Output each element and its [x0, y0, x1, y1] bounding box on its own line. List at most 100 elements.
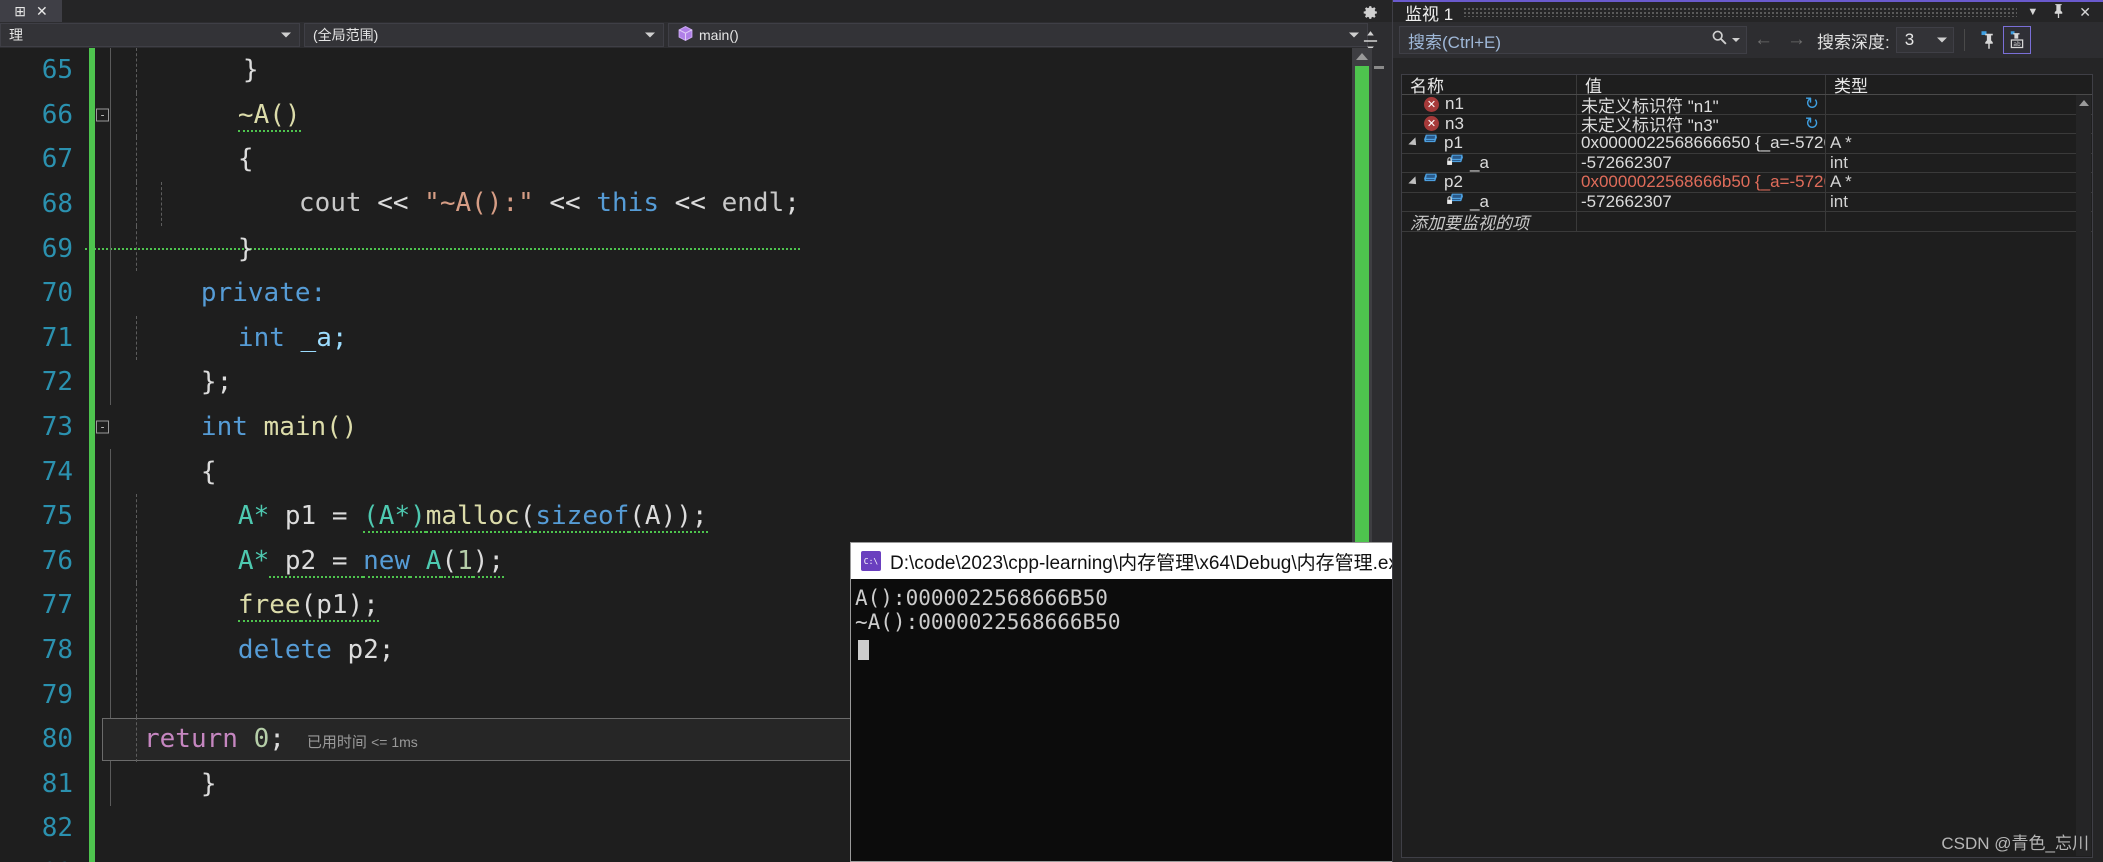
refresh-icon[interactable]: ↻	[1805, 95, 1819, 114]
watch-value-cell[interactable]: 0x0000022568666b50 {_a=-572662307 }	[1577, 173, 1826, 192]
code-token: "~A():"	[424, 188, 534, 219]
tab-controls[interactable]: ⊞ ✕	[0, 0, 62, 22]
line-number: 70	[41, 278, 73, 309]
line-number: 65	[41, 55, 73, 86]
private-member-icon	[1446, 154, 1465, 173]
line-number: 75	[41, 501, 73, 532]
private-member-icon	[1446, 193, 1465, 212]
add-watch-value-cell[interactable]	[1577, 212, 1826, 231]
column-header-value[interactable]: 值	[1577, 75, 1826, 94]
watch-name-cell[interactable]: ✕ n3	[1402, 114, 1577, 133]
expand-toggle-icon[interactable]	[1406, 176, 1422, 188]
project-dropdown[interactable]: 理	[0, 23, 300, 47]
close-icon[interactable]: ✕	[2079, 4, 2091, 21]
code-token: 0	[253, 724, 270, 755]
chevron-down-icon[interactable]	[1936, 37, 1947, 43]
close-icon[interactable]: ✕	[36, 4, 48, 18]
line-number: 78	[41, 635, 73, 666]
scope-dropdown[interactable]: (全局范围)	[304, 23, 664, 47]
code-token: _a;	[284, 322, 348, 353]
line-number: 76	[41, 545, 73, 576]
table-row[interactable]: _a -572662307 int	[1402, 192, 2092, 212]
watch-table[interactable]: 名称 值 类型 ✕ n1 未定义标识符 "n1" ↻ ✕ n3 未定义标识符 "…	[1401, 74, 2093, 858]
line-number: 80	[41, 724, 73, 755]
code-token: );	[472, 545, 505, 578]
watch-name: _a	[1470, 192, 1489, 211]
watch-value-cell[interactable]: 未定义标识符 "n1" ↻	[1577, 95, 1826, 114]
watch-value-cell[interactable]: 0x0000022568666650 {_a=-572662307 }	[1577, 134, 1826, 153]
scroll-up-arrow-icon[interactable]	[1352, 48, 1372, 65]
code-token: int	[237, 322, 285, 353]
watch-value: 0x0000022568666b50 {_a=-572662307 }	[1581, 173, 1825, 192]
add-watch-placeholder: 添加要监视的项	[1410, 213, 1529, 231]
watch-name-cell[interactable]: p1	[1402, 134, 1577, 153]
search-previous-button[interactable]: ←	[1754, 29, 1773, 51]
table-row[interactable]: _a -572662307 int	[1402, 153, 2092, 173]
column-header-type[interactable]: 类型	[1826, 75, 2092, 94]
line-number: 69	[41, 233, 73, 264]
column-header-name[interactable]: 名称	[1402, 75, 1577, 94]
object-icon	[1422, 134, 1439, 153]
add-watch-row[interactable]: 添加要监视的项	[1402, 212, 2092, 232]
project-dropdown-label: 理	[9, 27, 23, 43]
watch-panel-header: 监视 1 ▼ ✕	[1393, 0, 2103, 24]
expand-toggle-icon[interactable]	[1406, 137, 1422, 149]
drag-handle[interactable]	[1463, 7, 2018, 17]
search-depth-input[interactable]: 3	[1895, 27, 1954, 53]
refresh-icon[interactable]: ↻	[1805, 115, 1819, 134]
watch-value: -572662307	[1581, 192, 1672, 211]
code-token: p2;	[331, 635, 395, 666]
code-token: 1	[457, 545, 473, 578]
watch-value: -572662307	[1581, 153, 1672, 172]
code-token: sizeof	[535, 501, 630, 534]
search-icon[interactable]	[1711, 29, 1728, 51]
table-row[interactable]: p1 0x0000022568666650 {_a=-572662307 } A…	[1402, 134, 2092, 154]
watch-name-cell[interactable]: _a	[1402, 192, 1577, 212]
code-token: delete	[237, 635, 332, 666]
change-bar	[89, 806, 95, 851]
search-next-button[interactable]: →	[1787, 29, 1806, 51]
hex-display-button[interactable]: ab	[2002, 26, 2031, 54]
watch-vertical-scrollbar[interactable]	[2076, 95, 2091, 856]
watch-value-cell[interactable]: -572662307	[1577, 192, 1826, 211]
line-number: 68	[41, 189, 73, 220]
watch-value-cell[interactable]: 未定义标识符 "n3" ↻	[1577, 114, 1826, 134]
elapsed-time-annotation: 已用时间 <= 1ms	[307, 731, 418, 752]
code-token: }	[200, 768, 217, 799]
console-app-icon: C:\	[861, 551, 881, 571]
watch-name: n3	[1445, 114, 1464, 133]
member-dropdown[interactable]: main()	[668, 23, 1368, 47]
line-number: 72	[41, 367, 73, 398]
line-number: 82	[41, 813, 73, 844]
watch-type-cell	[1826, 115, 2092, 134]
watch-value-cell[interactable]: -572662307	[1577, 153, 1826, 172]
cube-icon	[677, 25, 694, 45]
watch-name-cell[interactable]: _a	[1402, 153, 1577, 173]
console-cursor	[858, 640, 869, 661]
watch-toolbar: 搜索(Ctrl+E) ← → 搜索深度: 3 ab	[1393, 22, 2103, 58]
add-watch-type-cell	[1826, 212, 2092, 231]
search-placeholder: 搜索(Ctrl+E)	[1408, 32, 1502, 52]
line-number: 74	[41, 456, 73, 487]
add-watch-cell[interactable]: 添加要监视的项	[1402, 212, 1577, 231]
search-input[interactable]: 搜索(Ctrl+E)	[1399, 26, 1747, 54]
watch-name-cell[interactable]: ✕ n1	[1402, 95, 1577, 114]
scroll-up-arrow-icon[interactable]	[2076, 95, 2091, 110]
gear-icon[interactable]	[1362, 4, 1379, 25]
scope-dropdown-label: (全局范围)	[313, 27, 379, 43]
table-row[interactable]: ✕ n1 未定义标识符 "n1" ↻	[1402, 95, 2092, 115]
line-number: 79	[41, 679, 73, 710]
watch-name: p1	[1444, 134, 1463, 153]
watch-name-cell[interactable]: p2	[1402, 173, 1577, 192]
table-row[interactable]: ✕ n3 未定义标识符 "n3" ↻	[1402, 114, 2092, 134]
line-number: 77	[41, 590, 73, 621]
pin-icon[interactable]: ⊞	[14, 4, 26, 18]
error-icon: ✕	[1424, 96, 1439, 112]
watch-name: _a	[1470, 153, 1489, 172]
pin-all-button[interactable]	[1975, 26, 2003, 54]
chevron-down-icon[interactable]: ▼	[2027, 6, 2038, 18]
table-row[interactable]: p2 0x0000022568666b50 {_a=-572662307 } A…	[1402, 173, 2092, 193]
code-token: (	[519, 501, 536, 534]
chevron-down-icon[interactable]	[1732, 38, 1740, 42]
pin-icon[interactable]	[2052, 3, 2065, 21]
